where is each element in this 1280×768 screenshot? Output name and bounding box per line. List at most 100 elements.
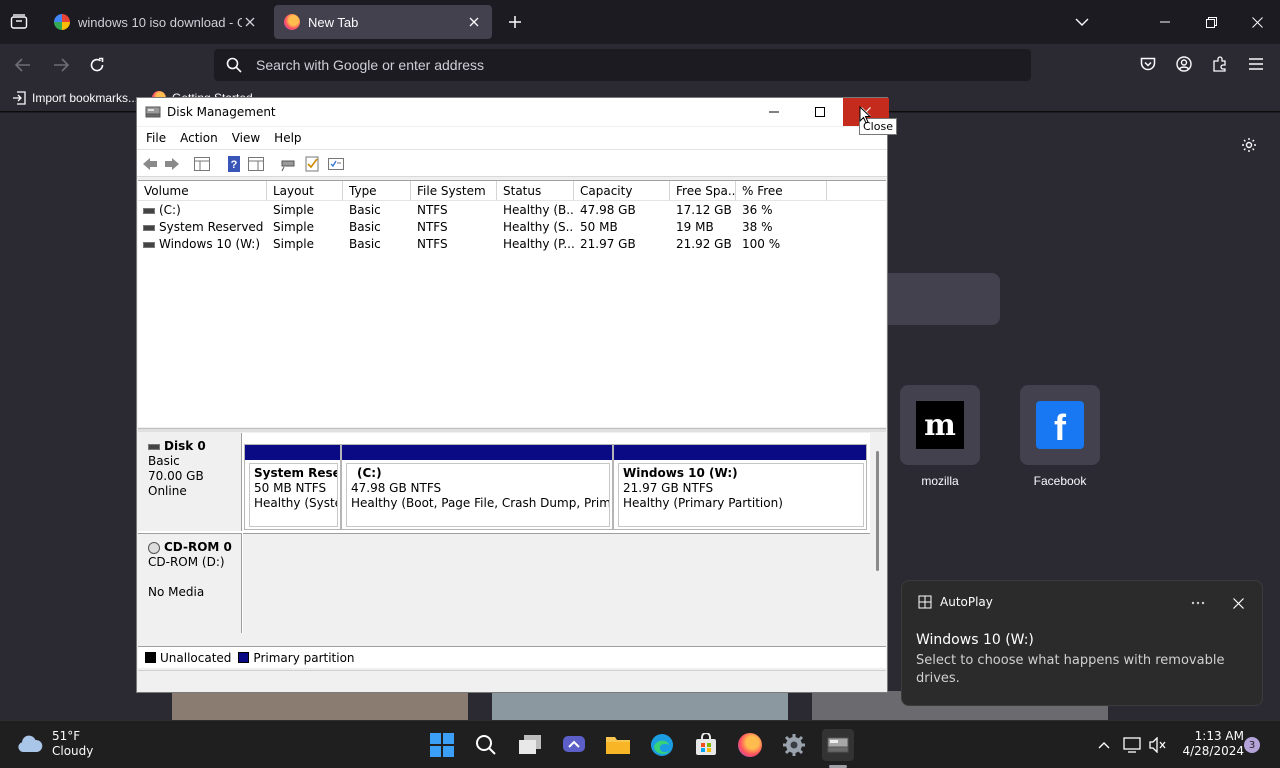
extensions-button[interactable] — [1210, 54, 1230, 74]
toolbar: ? — [137, 149, 887, 177]
primary-partition-bar — [342, 445, 612, 460]
forward-button[interactable] — [163, 155, 181, 173]
partition-c[interactable]: (C:) 47.98 GB NTFS Healthy (Boot, Page F… — [341, 444, 613, 530]
system-clock[interactable]: 1:13 AM 4/28/2024 — [1176, 729, 1244, 759]
minimize-browser-button[interactable] — [1142, 0, 1188, 44]
column-header-layout[interactable]: Layout — [267, 181, 343, 201]
column-header-type[interactable]: Type — [343, 181, 411, 201]
list-all-tabs-button[interactable] — [1072, 12, 1092, 32]
taskbar-search-button[interactable] — [470, 729, 502, 761]
column-header-capacity[interactable]: Capacity — [574, 181, 670, 201]
pocket-button[interactable] — [1138, 54, 1158, 74]
type-cell: Basic — [349, 203, 381, 217]
restore-browser-button[interactable] — [1188, 0, 1234, 44]
url-bar[interactable]: Search with Google or enter address — [214, 49, 1031, 81]
close-browser-button[interactable] — [1234, 0, 1280, 44]
legend: Unallocated Primary partition — [138, 646, 886, 668]
navigation-toolbar: Search with Google or enter address — [0, 44, 1280, 86]
scrollbar-thumb[interactable] — [876, 451, 879, 571]
menu-file[interactable]: File — [146, 131, 166, 145]
vertical-scrollbar[interactable] — [871, 433, 887, 633]
type-cell: Basic — [349, 237, 381, 251]
back-button[interactable] — [141, 155, 159, 173]
menu-action[interactable]: Action — [180, 131, 218, 145]
arrow-left-icon — [15, 58, 30, 72]
firefox-icon — [738, 733, 762, 757]
check-button[interactable] — [303, 155, 321, 173]
edge-button[interactable] — [646, 729, 678, 761]
firefox-view-button[interactable] — [8, 12, 30, 32]
layout-cell: Simple — [273, 237, 314, 251]
weather-widget[interactable]: 51°F Cloudy — [16, 729, 93, 759]
wallpaper-strip — [172, 691, 468, 720]
partition-system-reserved[interactable]: System Reserv 50 MB NTFS Healthy (System — [244, 444, 341, 530]
app-menu-button[interactable] — [1246, 54, 1266, 74]
wallpaper-strip — [492, 691, 788, 720]
close-tab-icon[interactable] — [466, 14, 482, 30]
layout-cell: Simple — [273, 220, 314, 234]
show-hidden-icons-button[interactable] — [1090, 729, 1118, 761]
partition-size: 47.98 GB NTFS — [351, 481, 442, 495]
connect-disk-button[interactable] — [279, 155, 297, 173]
new-tab-button[interactable] — [504, 12, 526, 32]
capacity-cell: 21.97 GB — [580, 237, 636, 251]
pane-splitter[interactable] — [138, 428, 886, 432]
column-header-file-system[interactable]: File System — [411, 181, 497, 201]
disk-management-window: Disk Management File Action View Help ? … — [136, 97, 889, 693]
window-title-bar[interactable]: Disk Management — [137, 98, 889, 126]
menu-help[interactable]: Help — [274, 131, 301, 145]
firefox-taskbar-button[interactable] — [734, 729, 766, 761]
teams-chat-button[interactable] — [558, 729, 590, 761]
volume-tray-icon-button[interactable] — [1146, 729, 1170, 761]
partition-windows-10[interactable]: Windows 10 (W:) 21.97 GB NTFS Healthy (P… — [613, 444, 867, 530]
minimize-window-button[interactable] — [751, 98, 797, 126]
show-hide-console-tree-button[interactable] — [193, 155, 211, 173]
menu-view[interactable]: View — [232, 131, 260, 145]
tab-new-tab[interactable]: New Tab — [274, 5, 492, 39]
network-tray-icon-button[interactable] — [1120, 729, 1144, 761]
maximize-window-button[interactable] — [797, 98, 843, 126]
toast-more-options-button[interactable] — [1186, 593, 1210, 613]
reload-button[interactable] — [86, 54, 108, 76]
primary-partition-bar — [614, 445, 866, 460]
close-tab-icon[interactable] — [242, 14, 258, 30]
file-explorer-button[interactable] — [602, 729, 634, 761]
disk-0-label[interactable]: Disk 0 Basic 70.00 GB Online — [138, 433, 242, 531]
gear-icon — [783, 734, 805, 756]
back-button[interactable] — [12, 54, 34, 76]
account-button[interactable] — [1174, 54, 1194, 74]
import-bookmarks-link[interactable]: Import bookmarks... — [12, 91, 138, 105]
forward-button[interactable] — [50, 54, 72, 76]
column-header-status[interactable]: Status — [497, 181, 574, 201]
customize-new-tab-button[interactable] — [1238, 134, 1260, 156]
volume-name: Windows 10 (W:) — [159, 237, 261, 251]
properties-button[interactable] — [327, 155, 345, 173]
url-placeholder: Search with Google or enter address — [256, 57, 485, 73]
menu-bar: File Action View Help — [137, 127, 887, 149]
shortcut-mozilla[interactable]: m — [900, 385, 980, 465]
restore-icon — [1205, 16, 1217, 28]
column-header-percent-free[interactable]: % Free — [736, 181, 827, 201]
toast-close-button[interactable] — [1226, 593, 1250, 613]
tab-google-search[interactable]: windows 10 iso download - Google Search — [44, 5, 268, 39]
microsoft-store-button[interactable] — [690, 729, 722, 761]
unallocated-swatch — [145, 652, 156, 663]
weather-description: Cloudy — [52, 744, 94, 758]
tab-title: windows 10 iso download - Google Search — [78, 14, 242, 30]
free-space-cell: 21.92 GB — [676, 237, 732, 251]
help-button[interactable]: ? — [225, 155, 243, 173]
disk-management-taskbar-button[interactable] — [822, 729, 854, 761]
cdrom-0-label[interactable]: CD-ROM 0 CD-ROM (D:) No Media — [138, 533, 242, 633]
new-tab-search-box[interactable] — [880, 273, 1000, 325]
show-hide-action-pane-button[interactable] — [247, 155, 265, 173]
settings-button[interactable] — [778, 729, 810, 761]
column-header-volume[interactable]: Volume — [138, 181, 267, 201]
start-button[interactable] — [426, 729, 458, 761]
column-header-free-space[interactable]: Free Spa... — [670, 181, 736, 201]
shortcut-facebook[interactable]: f — [1020, 385, 1100, 465]
autoplay-notification[interactable]: AutoPlay Windows 10 (W:) Select to choos… — [901, 580, 1263, 706]
notification-count-badge[interactable]: 3 — [1244, 737, 1260, 753]
disk-management-icon — [145, 106, 161, 118]
task-view-button[interactable] — [514, 729, 546, 761]
percent-free-cell: 100 % — [742, 237, 781, 251]
